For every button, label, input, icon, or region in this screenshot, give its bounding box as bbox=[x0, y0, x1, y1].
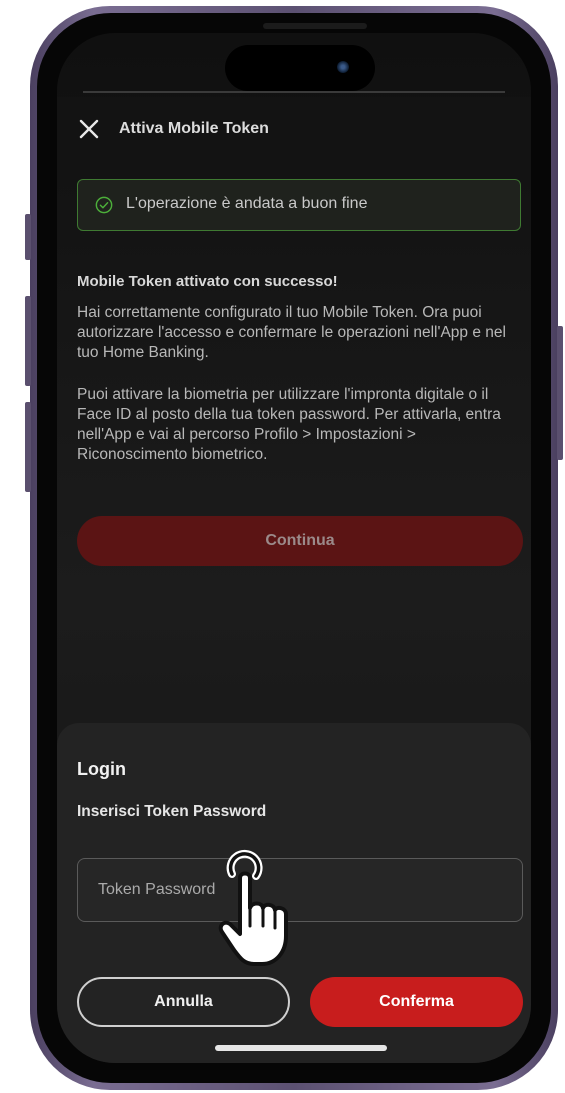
close-icon[interactable] bbox=[77, 117, 101, 141]
camera-icon bbox=[337, 61, 349, 73]
info-paragraph-1: Hai correttamente configurato il tuo Mob… bbox=[77, 304, 506, 361]
top-divider bbox=[83, 91, 505, 93]
action-button bbox=[25, 214, 31, 260]
tap-hand-icon bbox=[218, 849, 288, 966]
confirm-button[interactable]: Conferma bbox=[310, 977, 523, 1027]
cancel-button[interactable]: Annulla bbox=[77, 977, 290, 1027]
info-paragraph-2: Puoi attivare la biometria per utilizzar… bbox=[77, 386, 501, 463]
volume-up-button bbox=[25, 296, 31, 386]
login-subtitle: Inserisci Token Password bbox=[77, 803, 267, 820]
volume-down-button bbox=[25, 402, 31, 492]
dynamic-island bbox=[225, 45, 375, 91]
check-circle-icon bbox=[95, 196, 113, 214]
success-banner-text: L'operazione è andata a buon fine bbox=[126, 195, 368, 212]
success-banner: L'operazione è andata a buon fine bbox=[77, 179, 521, 231]
home-indicator bbox=[215, 1045, 387, 1051]
success-heading: Mobile Token attivato con successo! bbox=[77, 273, 338, 290]
continue-button[interactable]: Continua bbox=[77, 516, 523, 566]
power-button bbox=[557, 326, 563, 460]
page-title: Attiva Mobile Token bbox=[119, 120, 269, 137]
login-title: Login bbox=[77, 759, 126, 779]
speaker-grille bbox=[263, 23, 367, 29]
